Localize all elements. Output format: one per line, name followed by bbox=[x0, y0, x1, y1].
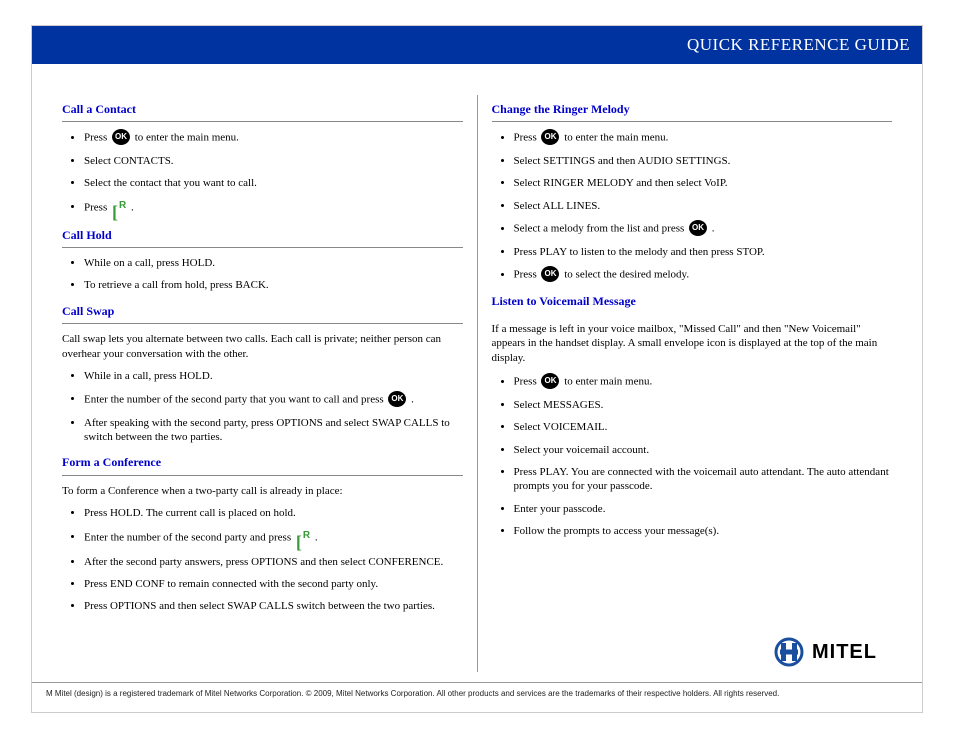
list-item: Press [ R . bbox=[84, 199, 463, 217]
list-item: Select ALL LINES. bbox=[514, 199, 893, 213]
header-bar: QUICK REFERENCE GUIDE bbox=[32, 26, 922, 70]
list-item: Press OK to enter the main menu. bbox=[84, 130, 463, 146]
list-item: Press OK to select the desired melody. bbox=[514, 267, 893, 283]
text: Press bbox=[84, 201, 110, 213]
conference-steps: Press HOLD. The current call is placed o… bbox=[62, 506, 463, 613]
list-item: Press HOLD. The current call is placed o… bbox=[84, 506, 463, 520]
footer-text: M Mitel (design) is a registered tradema… bbox=[46, 689, 779, 698]
list-item: Enter the number of the second party and… bbox=[84, 529, 463, 547]
list-item: Press OK to enter the main menu. bbox=[514, 130, 893, 146]
text: Press bbox=[514, 269, 540, 281]
text: Enter the number of the second party and… bbox=[84, 531, 294, 543]
content-area: Call a Contact Press OK to enter the mai… bbox=[32, 70, 922, 682]
list-item: Press PLAY to listen to the melody and t… bbox=[514, 245, 893, 259]
section-title-call-hold: Call Hold bbox=[62, 227, 463, 248]
list-item: After the second party answers, press OP… bbox=[84, 555, 463, 569]
list-item: Select SETTINGS and then AUDIO SETTINGS. bbox=[514, 154, 893, 168]
list-item: Select a melody from the list and press … bbox=[514, 221, 893, 237]
r-icon: [ R bbox=[112, 201, 126, 219]
footer: M Mitel (design) is a registered tradema… bbox=[32, 682, 922, 712]
ringer-steps: Press OK to enter the main menu. Select … bbox=[492, 130, 893, 283]
call-swap-steps: While in a call, press HOLD. Enter the n… bbox=[62, 369, 463, 444]
text: Enter the number of the second party tha… bbox=[84, 393, 386, 405]
ok-icon: OK bbox=[112, 129, 130, 145]
list-item: Press PLAY. You are connected with the v… bbox=[514, 465, 893, 494]
list-item: To retrieve a call from hold, press BACK… bbox=[84, 278, 463, 292]
list-item: Enter the number of the second party tha… bbox=[84, 392, 463, 408]
text: . bbox=[411, 393, 414, 405]
logo-text: MITEL bbox=[812, 641, 877, 664]
bracket-icon: [ bbox=[296, 535, 302, 549]
section-title-conference: Form a Conference bbox=[62, 454, 463, 475]
section-title-ringer: Change the Ringer Melody bbox=[492, 101, 893, 122]
text: . bbox=[131, 201, 134, 213]
mitel-logo-icon bbox=[774, 637, 804, 667]
text: to enter the main menu. bbox=[135, 132, 239, 144]
voicemail-intro: If a message is left in your voice mailb… bbox=[492, 322, 893, 367]
list-item: Press OK to enter main menu. bbox=[514, 374, 893, 390]
text: to select the desired melody. bbox=[564, 269, 689, 281]
list-item: Enter your passcode. bbox=[514, 502, 893, 516]
conference-intro: To form a Conference when a two-party ca… bbox=[62, 484, 463, 499]
call-swap-intro: Call swap lets you alternate between two… bbox=[62, 332, 463, 362]
list-item: Select VOICEMAIL. bbox=[514, 420, 893, 434]
list-item: Select RINGER MELODY and then select VoI… bbox=[514, 176, 893, 190]
text: to enter the main menu. bbox=[564, 132, 668, 144]
r-letter: R bbox=[303, 531, 310, 541]
ok-icon: OK bbox=[541, 266, 559, 282]
section-title-voicemail: Listen to Voicemail Message bbox=[492, 293, 893, 313]
call-contact-steps: Press OK to enter the main menu. Select … bbox=[62, 130, 463, 217]
voicemail-steps: Press OK to enter main menu. Select MESS… bbox=[492, 374, 893, 538]
section-title-call-contact: Call a Contact bbox=[62, 101, 463, 122]
section-title-call-swap: Call Swap bbox=[62, 303, 463, 324]
page: QUICK REFERENCE GUIDE Call a Contact Pre… bbox=[31, 25, 923, 713]
list-item: After speaking with the second party, pr… bbox=[84, 416, 463, 445]
list-item: Select your voicemail account. bbox=[514, 443, 893, 457]
list-item: Press OPTIONS and then select SWAP CALLS… bbox=[84, 599, 463, 613]
call-hold-steps: While on a call, press HOLD. To retrieve… bbox=[62, 256, 463, 293]
ok-icon: OK bbox=[541, 129, 559, 145]
r-letter: R bbox=[119, 201, 126, 211]
ok-icon: OK bbox=[689, 220, 707, 236]
list-item: Follow the prompts to access your messag… bbox=[514, 524, 893, 538]
header-title: QUICK REFERENCE GUIDE bbox=[687, 35, 910, 55]
ok-icon: OK bbox=[541, 373, 559, 389]
bracket-icon: [ bbox=[112, 205, 118, 219]
text: to enter main menu. bbox=[564, 376, 652, 388]
right-column: Change the Ringer Melody Press OK to ent… bbox=[482, 95, 903, 672]
left-column: Call a Contact Press OK to enter the mai… bbox=[52, 95, 473, 672]
text: Press bbox=[84, 132, 110, 144]
text: . bbox=[315, 531, 318, 543]
r-icon: [ R bbox=[296, 531, 310, 549]
text: . bbox=[712, 223, 715, 235]
text: Select a melody from the list and press bbox=[514, 223, 688, 235]
list-item: Select the contact that you want to call… bbox=[84, 176, 463, 190]
list-item: Select CONTACTS. bbox=[84, 154, 463, 168]
ok-icon: OK bbox=[388, 391, 406, 407]
list-item: While on a call, press HOLD. bbox=[84, 256, 463, 270]
text: Press bbox=[514, 376, 540, 388]
list-item: Press END CONF to remain connected with … bbox=[84, 577, 463, 591]
list-item: While in a call, press HOLD. bbox=[84, 369, 463, 383]
list-item: Select MESSAGES. bbox=[514, 398, 893, 412]
text: Press bbox=[514, 132, 540, 144]
column-divider bbox=[477, 95, 478, 672]
logo: MITEL bbox=[774, 637, 877, 667]
